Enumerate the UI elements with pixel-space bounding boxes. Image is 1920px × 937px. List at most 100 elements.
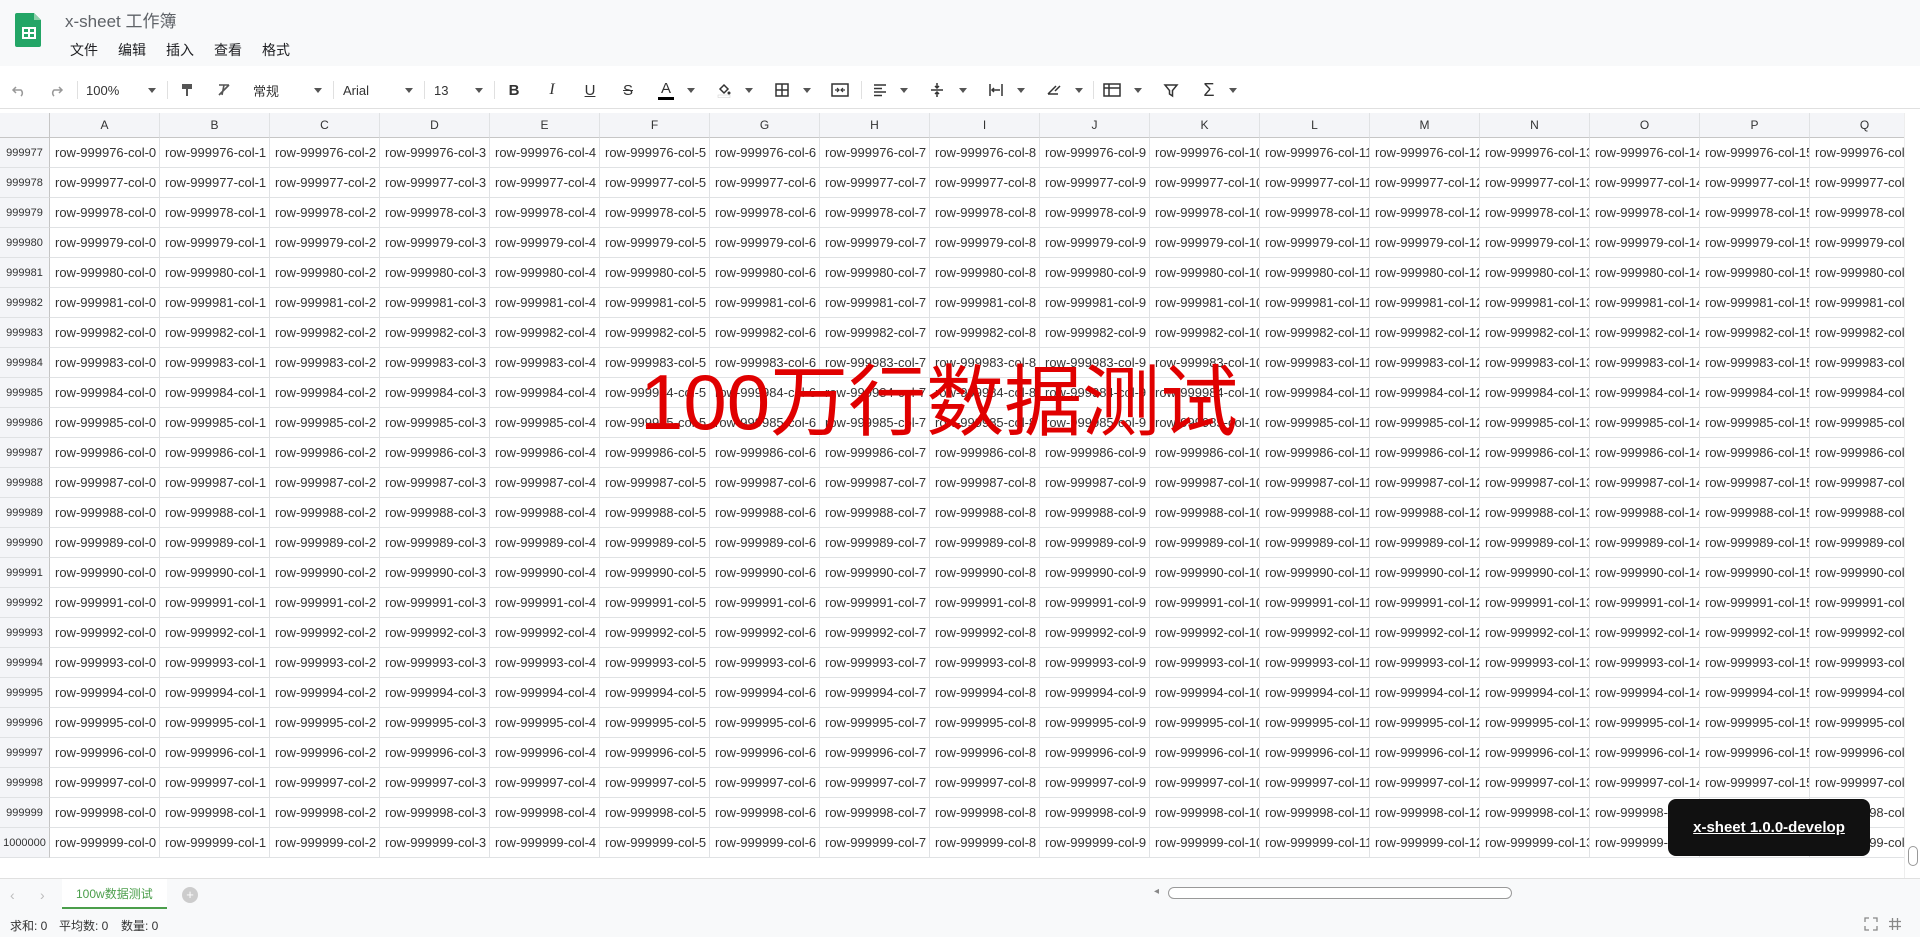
grid-cell[interactable]: row-999981-col-15 bbox=[1700, 288, 1810, 318]
grid-cell[interactable]: row-999982-col-8 bbox=[930, 318, 1040, 348]
grid-cell[interactable]: row-999986-col-10 bbox=[1150, 438, 1260, 468]
grid-cell[interactable]: row-999988-col-16 bbox=[1810, 498, 1904, 528]
grid-cell[interactable]: row-999998-col-0 bbox=[50, 798, 160, 828]
grid-cell[interactable]: row-999981-col-3 bbox=[380, 288, 490, 318]
bold-icon[interactable]: B bbox=[503, 78, 525, 102]
grid-cell[interactable]: row-999976-col-16 bbox=[1810, 138, 1904, 168]
grid-cell[interactable]: row-999983-col-5 bbox=[600, 348, 710, 378]
zoom-select[interactable]: 100% bbox=[86, 78, 156, 102]
column-header[interactable]: C bbox=[270, 113, 380, 138]
grid-cell[interactable]: row-999990-col-10 bbox=[1150, 558, 1260, 588]
grid-cell[interactable]: row-999998-col-10 bbox=[1150, 798, 1260, 828]
grid-cell[interactable]: row-999993-col-6 bbox=[710, 648, 820, 678]
fullscreen-icon[interactable] bbox=[1864, 917, 1878, 931]
grid-cell[interactable]: row-999981-col-2 bbox=[270, 288, 380, 318]
undo-icon[interactable] bbox=[8, 78, 30, 102]
grid-cell[interactable]: row-999988-col-10 bbox=[1150, 498, 1260, 528]
grid-cell[interactable]: row-999979-col-7 bbox=[820, 228, 930, 258]
grid-cell[interactable]: row-999996-col-0 bbox=[50, 738, 160, 768]
grid-cell[interactable]: row-999991-col-3 bbox=[380, 588, 490, 618]
grid-cell[interactable]: row-999982-col-14 bbox=[1590, 318, 1700, 348]
grid-cell[interactable]: row-999986-col-3 bbox=[380, 438, 490, 468]
grid-cell[interactable]: row-999992-col-10 bbox=[1150, 618, 1260, 648]
grid-cell[interactable]: row-999991-col-1 bbox=[160, 588, 270, 618]
row-header[interactable]: 999991 bbox=[0, 558, 50, 588]
grid-cell[interactable]: row-999980-col-1 bbox=[160, 258, 270, 288]
grid-cell[interactable]: row-999977-col-1 bbox=[160, 168, 270, 198]
grid-cell[interactable]: row-999998-col-5 bbox=[600, 798, 710, 828]
grid-cell[interactable]: row-999987-col-9 bbox=[1040, 468, 1150, 498]
grid-cell[interactable]: row-999987-col-3 bbox=[380, 468, 490, 498]
column-header[interactable]: P bbox=[1700, 113, 1810, 138]
grid-cell[interactable]: row-999981-col-16 bbox=[1810, 288, 1904, 318]
column-header[interactable]: J bbox=[1040, 113, 1150, 138]
grid-cell[interactable]: row-999988-col-15 bbox=[1700, 498, 1810, 528]
grid-cell[interactable]: row-999994-col-12 bbox=[1370, 678, 1480, 708]
grid-cell[interactable]: row-999981-col-12 bbox=[1370, 288, 1480, 318]
grid-cell[interactable]: row-999991-col-10 bbox=[1150, 588, 1260, 618]
grid-cell[interactable]: row-999987-col-13 bbox=[1480, 468, 1590, 498]
column-header[interactable]: Q bbox=[1810, 113, 1904, 138]
grid-cell[interactable]: row-999979-col-13 bbox=[1480, 228, 1590, 258]
grid-cell[interactable]: row-999982-col-4 bbox=[490, 318, 600, 348]
grid-cell[interactable]: row-999993-col-3 bbox=[380, 648, 490, 678]
column-header[interactable]: A bbox=[50, 113, 160, 138]
grid-cell[interactable]: row-999985-col-2 bbox=[270, 408, 380, 438]
grid-cell[interactable]: row-999980-col-16 bbox=[1810, 258, 1904, 288]
grid-cell[interactable]: row-999983-col-9 bbox=[1040, 348, 1150, 378]
grid-cell[interactable]: row-999989-col-10 bbox=[1150, 528, 1260, 558]
grid-cell[interactable]: row-999977-col-11 bbox=[1260, 168, 1370, 198]
filter-icon[interactable] bbox=[1160, 78, 1182, 102]
grid-cell[interactable]: row-999978-col-15 bbox=[1700, 198, 1810, 228]
grid-cell[interactable]: row-999986-col-0 bbox=[50, 438, 160, 468]
grid-cell[interactable]: row-999985-col-16 bbox=[1810, 408, 1904, 438]
grid-cell[interactable]: row-999995-col-16 bbox=[1810, 708, 1904, 738]
merge-cells-icon[interactable] bbox=[829, 78, 851, 102]
grid-cell[interactable]: row-999991-col-2 bbox=[270, 588, 380, 618]
grid-cell[interactable]: row-999976-col-5 bbox=[600, 138, 710, 168]
grid-cell[interactable]: row-999983-col-11 bbox=[1260, 348, 1370, 378]
borders-icon[interactable] bbox=[771, 78, 793, 102]
grid-cell[interactable]: row-999996-col-8 bbox=[930, 738, 1040, 768]
text-wrap-icon[interactable] bbox=[985, 78, 1007, 102]
grid-cell[interactable]: row-999986-col-1 bbox=[160, 438, 270, 468]
grid-cell[interactable]: row-999977-col-5 bbox=[600, 168, 710, 198]
grid-cell[interactable]: row-999984-col-11 bbox=[1260, 378, 1370, 408]
grid-cell[interactable]: row-999993-col-5 bbox=[600, 648, 710, 678]
grid-cell[interactable]: row-999979-col-2 bbox=[270, 228, 380, 258]
text-rotate-icon[interactable] bbox=[1043, 78, 1065, 102]
grid-cell[interactable]: row-999985-col-14 bbox=[1590, 408, 1700, 438]
grid-cell[interactable]: row-999997-col-4 bbox=[490, 768, 600, 798]
grid-cell[interactable]: row-999980-col-5 bbox=[600, 258, 710, 288]
prev-sheet-icon[interactable]: ‹ bbox=[10, 887, 15, 903]
grid-cell[interactable]: row-999986-col-6 bbox=[710, 438, 820, 468]
grid-cell[interactable]: row-999980-col-2 bbox=[270, 258, 380, 288]
grid-cell[interactable]: row-999983-col-16 bbox=[1810, 348, 1904, 378]
grid-cell[interactable]: row-999984-col-3 bbox=[380, 378, 490, 408]
column-header[interactable]: F bbox=[600, 113, 710, 138]
grid-cell[interactable]: row-999979-col-4 bbox=[490, 228, 600, 258]
grid-cell[interactable]: row-999978-col-5 bbox=[600, 198, 710, 228]
grid-cell[interactable]: row-999976-col-13 bbox=[1480, 138, 1590, 168]
grid-cell[interactable]: row-999977-col-9 bbox=[1040, 168, 1150, 198]
grid-cell[interactable]: row-999982-col-15 bbox=[1700, 318, 1810, 348]
grid-cell[interactable]: row-999994-col-14 bbox=[1590, 678, 1700, 708]
horizontal-scrollbar-thumb[interactable] bbox=[1168, 887, 1512, 899]
grid-cell[interactable]: row-999985-col-1 bbox=[160, 408, 270, 438]
grid-cell[interactable]: row-999985-col-10 bbox=[1150, 408, 1260, 438]
grid-cell[interactable]: row-999978-col-9 bbox=[1040, 198, 1150, 228]
grid-cell[interactable]: row-999996-col-13 bbox=[1480, 738, 1590, 768]
column-header[interactable]: O bbox=[1590, 113, 1700, 138]
grid-cell[interactable]: row-999984-col-14 bbox=[1590, 378, 1700, 408]
grid-cell[interactable]: row-999996-col-2 bbox=[270, 738, 380, 768]
grid-cell[interactable]: row-999994-col-2 bbox=[270, 678, 380, 708]
grid-cell[interactable]: row-999995-col-3 bbox=[380, 708, 490, 738]
grid-cell[interactable]: row-999993-col-1 bbox=[160, 648, 270, 678]
grid-cell[interactable]: row-999985-col-6 bbox=[710, 408, 820, 438]
grid-cell[interactable]: row-999990-col-4 bbox=[490, 558, 600, 588]
grid-cell[interactable]: row-999997-col-2 bbox=[270, 768, 380, 798]
grid-cell[interactable]: row-999985-col-3 bbox=[380, 408, 490, 438]
grid-cell[interactable]: row-999979-col-12 bbox=[1370, 228, 1480, 258]
grid-cell[interactable]: row-999997-col-14 bbox=[1590, 768, 1700, 798]
grid-cell[interactable]: row-999996-col-10 bbox=[1150, 738, 1260, 768]
